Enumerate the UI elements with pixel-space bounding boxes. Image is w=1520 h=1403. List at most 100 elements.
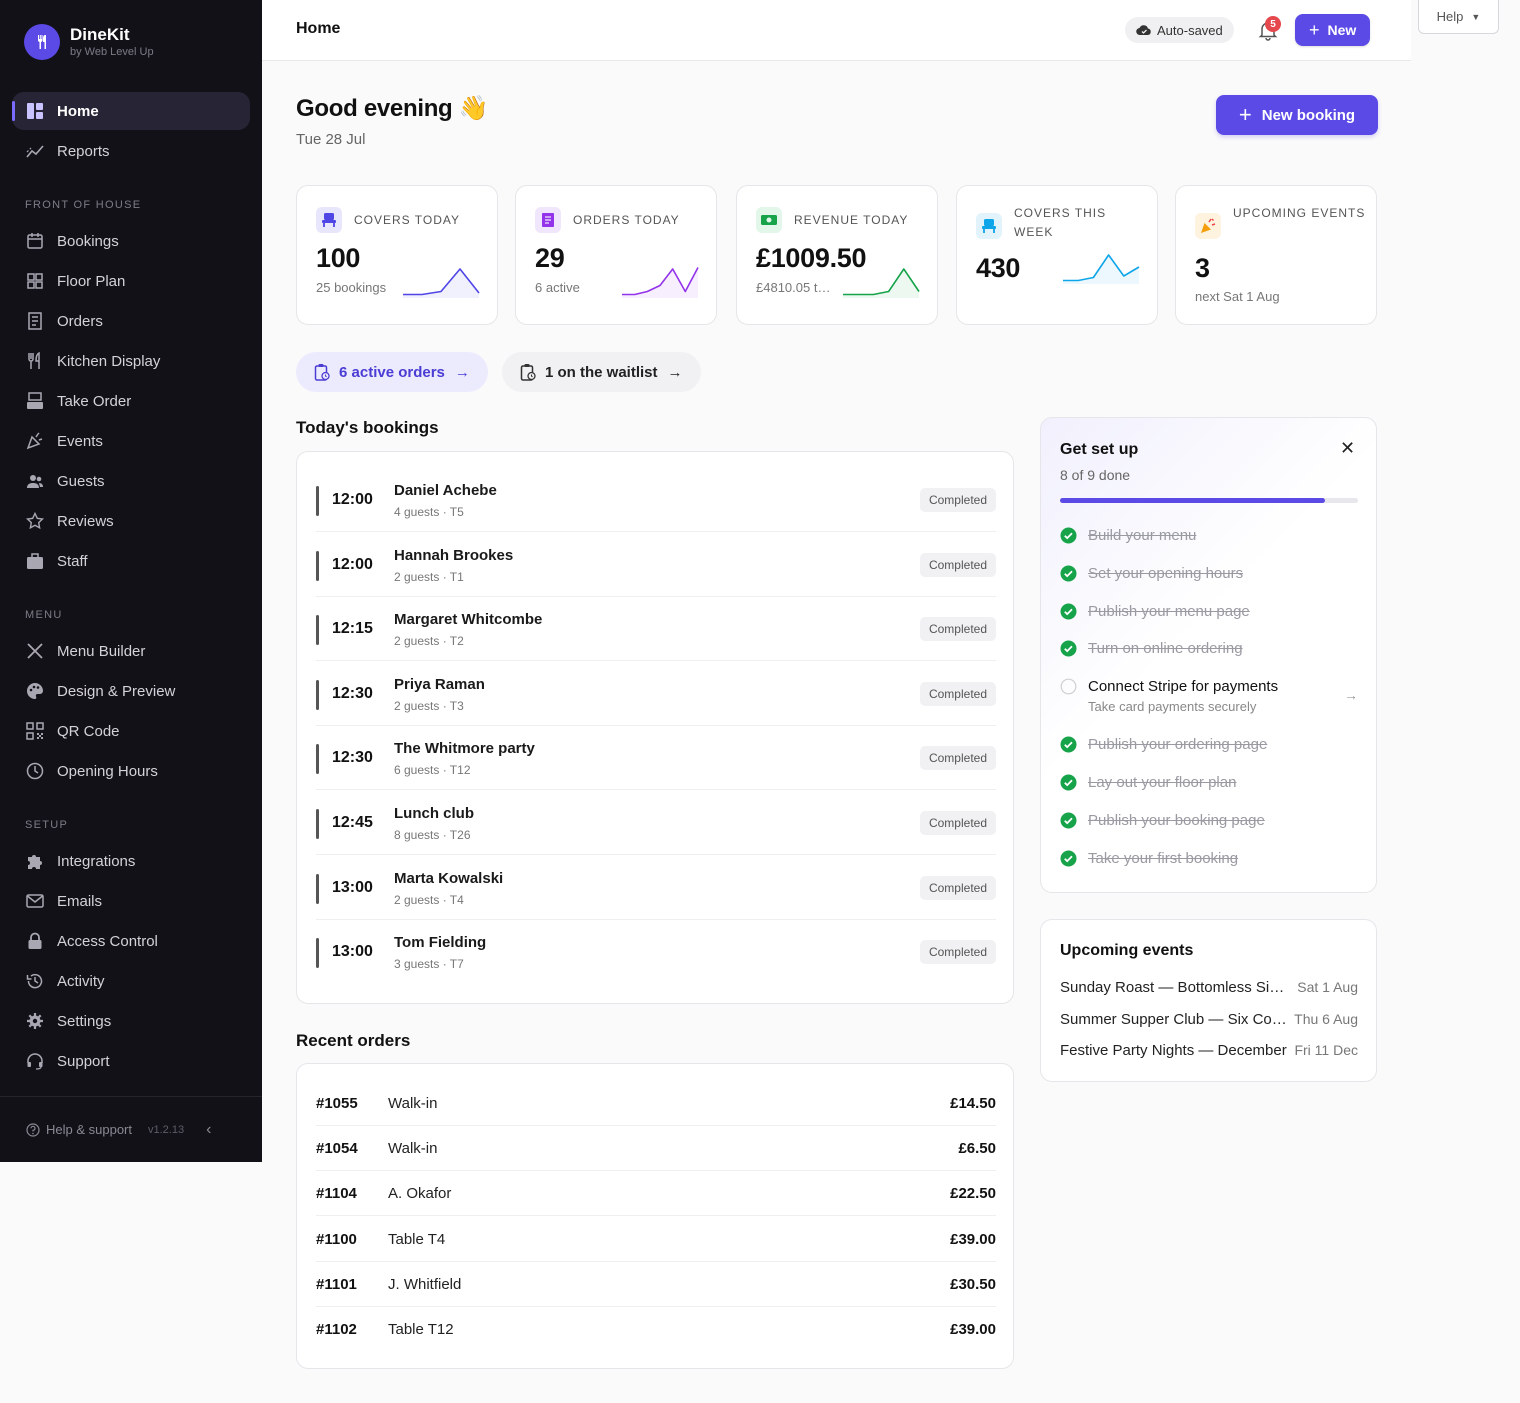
- events-title: Upcoming events: [1060, 942, 1194, 959]
- help-support-link[interactable]: Help & support: [46, 1122, 132, 1137]
- order-id: #1104: [316, 1185, 357, 1203]
- setup-task[interactable]: Turn on online ordering: [1060, 637, 1358, 661]
- sidebar-item-qr-code[interactable]: QR Code: [12, 712, 250, 750]
- booking-row[interactable]: 12:00 Hannah Brookes 2 guests · T1 Complete…: [316, 533, 996, 597]
- sparkline: [403, 268, 480, 298]
- waitlist-pill[interactable]: 1 on the waitlist →: [502, 352, 701, 392]
- orders-title: Recent orders: [296, 1031, 411, 1050]
- sidebar-item-floor-plan[interactable]: Floor Plan: [12, 262, 250, 300]
- party-icon: [26, 432, 43, 450]
- setup-task-label: Publish your ordering page: [1088, 736, 1268, 754]
- calendar-icon: [27, 233, 43, 249]
- sidebar: DineKit by Web Level Up Home Reports FRO…: [0, 0, 262, 1162]
- plus-icon: +: [1309, 19, 1320, 40]
- cash-icon: [756, 207, 782, 233]
- receipt-icon: [535, 207, 561, 233]
- sidebar-item-support[interactable]: Support: [12, 1042, 250, 1080]
- stat-orders-today[interactable]: ORDERS TODAY 29 6 active: [515, 185, 717, 325]
- sidebar-item-guests[interactable]: Guests: [12, 462, 250, 500]
- setup-task[interactable]: Publish your booking page: [1060, 809, 1358, 833]
- gear-icon: [27, 1013, 43, 1029]
- stat-label: REVENUE TODAY: [794, 213, 909, 227]
- booking-row[interactable]: 13:00 Marta Kowalski 2 guests · T4 Complete…: [316, 856, 996, 920]
- sidebar-item-opening-hours[interactable]: Opening Hours: [12, 752, 250, 790]
- setup-task[interactable]: Take your first booking: [1060, 847, 1358, 871]
- autosave-status: Auto-saved: [1125, 17, 1234, 43]
- close-icon[interactable]: ✕: [1340, 438, 1355, 459]
- sidebar-item-design-preview[interactable]: Design & Preview: [12, 672, 250, 710]
- stat-covers-today[interactable]: COVERS TODAY 100 25 bookings: [296, 185, 498, 325]
- order-row[interactable]: #1102 Table T12 £39.00: [316, 1307, 996, 1352]
- autosave-label: Auto-saved: [1157, 22, 1223, 38]
- qr-code-icon: [26, 722, 44, 740]
- sidebar-item-reviews[interactable]: Reviews: [12, 502, 250, 540]
- setup-task[interactable]: Publish your menu page: [1060, 600, 1358, 624]
- stat-covers-week[interactable]: COVERS THIS WEEK 430: [956, 185, 1158, 325]
- booking-time: 12:00: [332, 555, 373, 573]
- sidebar-item-settings[interactable]: Settings: [12, 1002, 250, 1040]
- order-row[interactable]: #1104 A. Okafor £22.50: [316, 1171, 996, 1217]
- setup-task[interactable]: Lay out your floor plan: [1060, 771, 1358, 795]
- check-circle-icon: [1060, 603, 1077, 620]
- sidebar-item-kitchen-display[interactable]: Kitchen Display: [12, 342, 250, 380]
- star-icon: [26, 512, 44, 530]
- stat-sub: £4810.05 this week: [756, 280, 834, 295]
- event-name: Festive Party Nights — December: [1060, 1042, 1287, 1059]
- sidebar-item-label: Integrations: [57, 852, 136, 870]
- greeting: Good evening 👋: [296, 95, 489, 122]
- setup-task-label: Turn on online ordering: [1088, 640, 1243, 658]
- sidebar-item-emails[interactable]: Emails: [12, 882, 250, 920]
- status-badge: Completed: [919, 875, 996, 900]
- booking-row[interactable]: 12:15 Margaret Whitcombe 2 guests · T2 Comp…: [316, 597, 996, 662]
- order-row[interactable]: #1054 Walk-in £6.50: [316, 1126, 996, 1172]
- order-row[interactable]: #1100 Table T4 £39.00: [316, 1217, 996, 1262]
- setup-task[interactable]: Connect Stripe for payments Take card pay…: [1060, 675, 1358, 714]
- status-bar: [316, 938, 319, 969]
- stat-upcoming-events[interactable]: UPCOMING EVENTS 3 next Sat 1 Aug: [1175, 185, 1377, 325]
- status-badge: Completed: [919, 681, 996, 706]
- booking-row[interactable]: 12:30 The Whitmore party 6 guests · T12 Com…: [316, 726, 996, 791]
- order-id: #1102: [316, 1321, 357, 1338]
- sidebar-item-activity[interactable]: Activity: [12, 962, 250, 1000]
- stat-label: COVERS THIS WEEK: [1014, 206, 1107, 239]
- event-date: Sat 1 Aug: [1297, 979, 1358, 995]
- new-button[interactable]: + New: [1295, 14, 1371, 46]
- status-badge: Completed: [919, 617, 996, 642]
- sidebar-item-orders[interactable]: Orders: [12, 302, 250, 340]
- sidebar-item-events[interactable]: Events: [12, 422, 250, 460]
- sidebar-item-menu-builder[interactable]: Menu Builder: [12, 632, 250, 670]
- order-amount: £22.50: [950, 1185, 996, 1203]
- help-dropdown[interactable]: Help ▼: [1418, 0, 1499, 34]
- stat-revenue-today[interactable]: REVENUE TODAY £1009.50 £4810.05 this wee…: [736, 185, 938, 325]
- sidebar-item-reports[interactable]: Reports: [12, 132, 250, 170]
- upcoming-events-card: Upcoming events Sunday Roast — Bottomles…: [1040, 919, 1377, 1082]
- order-row[interactable]: #1055 Walk-in £14.50: [316, 1081, 996, 1126]
- sidebar-item-label: Reports: [57, 142, 110, 160]
- setup-task-label: Take your first booking: [1088, 849, 1239, 867]
- sidebar-item-home[interactable]: Home: [12, 92, 250, 130]
- sidebar-nav: Home Reports FRONT OF HOUSE Bookings Flo…: [12, 92, 250, 1082]
- sidebar-item-staff[interactable]: Staff: [12, 542, 250, 580]
- booking-name: Priya Raman: [394, 675, 485, 693]
- booking-row[interactable]: 13:00 Tom Fielding 3 guests · T7 Completed: [316, 920, 996, 984]
- sidebar-item-integrations[interactable]: Integrations: [12, 842, 250, 880]
- booking-row[interactable]: 12:30 Priya Raman 2 guests · T3 Completed: [316, 662, 996, 726]
- new-booking-button[interactable]: + New booking: [1216, 95, 1378, 135]
- setup-progress-bar: [1060, 498, 1358, 503]
- check-circle-icon: [1060, 640, 1077, 657]
- order-row[interactable]: #1101 J. Whitfield £30.50: [316, 1262, 996, 1307]
- collapse-sidebar-icon[interactable]: ‹: [206, 1121, 211, 1139]
- cutlery-icon: [27, 643, 43, 659]
- booking-row[interactable]: 12:00 Daniel Achebe 4 guests · T5 Completed: [316, 468, 996, 532]
- booking-row[interactable]: 12:45 Lunch club 8 guests · T26 Completed: [316, 791, 996, 855]
- setup-task[interactable]: Set your opening hours: [1060, 562, 1358, 586]
- setup-task[interactable]: Build your menu: [1060, 524, 1358, 548]
- sidebar-item-bookings[interactable]: Bookings: [12, 222, 250, 260]
- active-orders-pill[interactable]: 6 active orders →: [296, 352, 488, 392]
- order-id: #1054: [316, 1140, 358, 1158]
- sidebar-item-access-control[interactable]: Access Control: [12, 922, 250, 960]
- setup-task[interactable]: Publish your ordering page: [1060, 733, 1358, 757]
- brand[interactable]: DineKit by Web Level Up: [24, 24, 154, 60]
- sidebar-item-take-order[interactable]: Take Order: [12, 382, 250, 420]
- booking-time: 13:00: [332, 943, 373, 961]
